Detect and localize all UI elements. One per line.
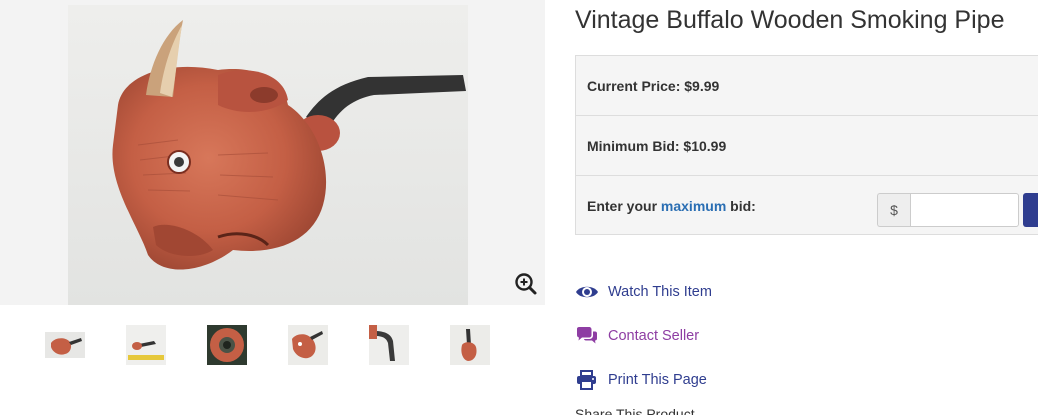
watch-item-link[interactable]: Watch This Item (575, 280, 712, 304)
eye-icon (575, 282, 599, 302)
thumbnail-buffalo-pipe-side[interactable] (45, 325, 85, 365)
enter-bid-row: Enter your maximum bid: $ (576, 176, 1038, 236)
enter-bid-prefix: Enter your (587, 198, 661, 214)
chat-bubbles-icon (575, 326, 599, 346)
thumbnail-pipe-upright[interactable] (450, 325, 490, 365)
print-page-label: Print This Page (608, 372, 707, 388)
contact-seller-label: Contact Seller (608, 328, 700, 344)
bid-panel: Current Price: $9.99 Minimum Bid: $10.99… (575, 55, 1038, 235)
watch-item-label: Watch This Item (608, 284, 712, 300)
minimum-bid-row: Minimum Bid: $10.99 (576, 116, 1038, 176)
main-product-image[interactable] (68, 5, 468, 305)
minimum-bid-label: Minimum Bid: $10.99 (587, 137, 727, 154)
thumbnail-pipe-stem[interactable] (369, 325, 409, 365)
enter-bid-suffix: bid: (726, 198, 756, 214)
enter-bid-label: Enter your maximum bid: (587, 198, 756, 214)
product-page: Vintage Buffalo Wooden Smoking Pipe Curr… (0, 0, 1038, 415)
zoom-in-icon[interactable] (513, 271, 539, 297)
current-price-row: Current Price: $9.99 (576, 56, 1038, 116)
product-title: Vintage Buffalo Wooden Smoking Pipe (575, 6, 1005, 34)
share-product-heading: Share This Product (575, 406, 695, 415)
maximum-bid-link[interactable]: maximum (661, 198, 726, 214)
main-image-frame (0, 0, 545, 305)
print-page-link[interactable]: Print This Page (575, 368, 707, 392)
printer-icon (575, 370, 599, 390)
thumbnail-pipe-bowl-top[interactable] (207, 325, 247, 365)
thumbnail-buffalo-pipe-front[interactable] (288, 325, 328, 365)
currency-addon: $ (877, 193, 910, 227)
current-price-label: Current Price: $9.99 (587, 77, 720, 94)
contact-seller-link[interactable]: Contact Seller (575, 324, 699, 348)
max-bid-input[interactable] (910, 193, 1019, 227)
thumbnail-pipe-with-ruler[interactable] (126, 325, 166, 365)
thumbnail-strip (0, 305, 545, 385)
place-bid-button[interactable] (1023, 193, 1038, 227)
